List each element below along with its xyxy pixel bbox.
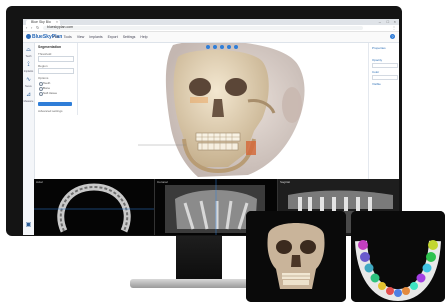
right-orbit: [225, 78, 247, 96]
option-soft-tissue-label: Soft tissue: [43, 91, 58, 95]
url-input[interactable]: blueskyplan.com: [43, 25, 363, 30]
apply-button[interactable]: [38, 102, 72, 106]
teeth-arch-image: [351, 211, 445, 302]
close-window-button[interactable]: ×: [394, 19, 396, 24]
segmentation-panel: Segmentation Threshold Region Options Te…: [35, 43, 78, 115]
monitor-frame: Blue Sky Bio × – □ × ‹ › ↻ blueskyplan.c…: [6, 6, 402, 236]
options-label: Options: [38, 76, 49, 80]
url-text: blueskyplan.com: [47, 25, 74, 29]
ear-shape: [282, 87, 302, 123]
maximize-button[interactable]: □: [387, 19, 389, 24]
visible-label: Visible: [372, 82, 381, 86]
teeth-segmentation-inset: [351, 211, 445, 302]
option-bone-label: Bone: [43, 86, 51, 90]
axial-view[interactable]: Axial: [34, 179, 155, 235]
menu-tools[interactable]: Tools: [64, 35, 72, 39]
nasal-cavity: [212, 99, 224, 117]
tool-label-implants: Implants: [23, 70, 34, 73]
tab-close-icon[interactable]: ×: [56, 20, 58, 24]
help-icon[interactable]: ?: [390, 34, 395, 39]
tab-label: Blue Sky Bio: [31, 20, 51, 24]
implant-icon[interactable]: ⟟: [24, 61, 33, 70]
left-orbit: [189, 78, 211, 96]
coronal-label: Coronal: [157, 180, 168, 184]
color-label: Color: [372, 70, 380, 74]
menu-help[interactable]: Help: [140, 35, 147, 39]
skull-render-inset: [246, 211, 346, 302]
advanced-settings-link[interactable]: Advanced settings: [38, 109, 63, 113]
menu-file[interactable]: File: [53, 35, 59, 39]
option-teeth-label: Teeth: [43, 81, 51, 85]
3d-view[interactable]: [78, 43, 368, 179]
properties-panel: Properties Opacity Color Visible: [368, 43, 399, 179]
menu-view[interactable]: View: [77, 35, 85, 39]
panel-title: Segmentation: [38, 45, 62, 49]
skull-render: [138, 43, 305, 177]
address-bar: ‹ › ↻ blueskyplan.com ⋮: [23, 25, 399, 32]
screen: Blue Sky Bio × – □ × ‹ › ↻ blueskyplan.c…: [23, 19, 399, 235]
monitor-stand-neck: [176, 236, 222, 280]
app-header: BlueSkyPlan File Tools View Implants Exp…: [23, 32, 399, 43]
nerve-icon[interactable]: ∿: [24, 76, 33, 85]
tooth-icon[interactable]: ⌓: [24, 46, 33, 55]
ruler-icon[interactable]: ⊿: [24, 91, 33, 100]
tool-label-teeth: Teeth: [25, 55, 32, 58]
browser-menu-icon[interactable]: ⋮: [392, 25, 396, 30]
forward-icon[interactable]: ›: [31, 25, 32, 30]
opacity-field[interactable]: [372, 63, 398, 68]
back-icon[interactable]: ‹: [26, 25, 27, 30]
properties-label: Properties: [372, 46, 386, 50]
minimize-button[interactable]: –: [379, 19, 381, 24]
threshold-input[interactable]: [38, 56, 74, 62]
tool-label-measure: Measure: [23, 100, 34, 103]
axial-label: Axial: [36, 180, 43, 184]
sagittal-label: Sagittal: [280, 180, 291, 184]
export-icon[interactable]: ▣: [24, 221, 33, 230]
implant-marker: [246, 141, 256, 155]
color-field[interactable]: [372, 75, 398, 80]
menu-implants[interactable]: Implants: [89, 35, 102, 39]
skull-inset-image: [246, 211, 346, 302]
reload-icon[interactable]: ↻: [36, 25, 39, 30]
main-menu: File Tools View Implants Export Settings…: [53, 35, 148, 39]
tool-label-nerve: Nerve: [25, 85, 32, 88]
opacity-label: Opacity: [372, 58, 383, 62]
menu-export[interactable]: Export: [108, 35, 118, 39]
menu-settings[interactable]: Settings: [123, 35, 136, 39]
region-input[interactable]: [38, 68, 74, 74]
